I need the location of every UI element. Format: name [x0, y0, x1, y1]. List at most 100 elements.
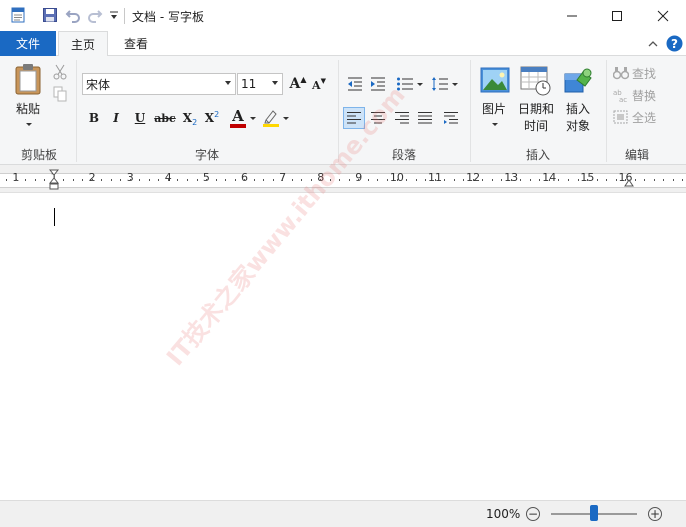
insert-picture-label[interactable]: 图片	[476, 101, 512, 117]
undo-icon[interactable]	[64, 6, 82, 24]
indent-marker-icon	[48, 169, 60, 190]
highlight-dropdown-icon[interactable]	[282, 114, 290, 122]
text-color-button[interactable]: A	[228, 106, 248, 130]
group-separator	[470, 60, 471, 162]
ruler-tick	[34, 179, 36, 181]
tab-file[interactable]: 文件	[0, 31, 56, 56]
maximize-icon	[612, 10, 622, 21]
ribbon-tab-row: 文件 主页 查看 ?	[0, 31, 686, 57]
ruler-tick	[558, 179, 560, 181]
ruler-tick	[529, 179, 531, 181]
clipboard-icon	[15, 64, 41, 95]
superscript-button[interactable]: X2	[202, 108, 222, 128]
right-indent-marker[interactable]	[624, 176, 634, 187]
minimize-button[interactable]	[549, 0, 595, 31]
line-spacing-button[interactable]	[429, 74, 459, 94]
text-color-swatch	[230, 123, 246, 128]
group-separator	[76, 60, 77, 162]
scissors-icon[interactable]	[52, 64, 68, 80]
select-all-label: 全选	[632, 110, 657, 125]
document-area[interactable]: IT技术之家www.ithome.com	[0, 81, 686, 500]
copy-icon[interactable]	[52, 86, 68, 102]
datetime-label-line1[interactable]: 日期和	[514, 101, 558, 117]
ruler-number: 6	[241, 171, 248, 184]
ruler-tick	[672, 179, 674, 181]
ruler-number: 9	[355, 171, 363, 184]
tab-view[interactable]: 查看	[112, 31, 160, 56]
paste-label[interactable]: 粘贴	[8, 101, 48, 117]
font-family-select[interactable]: 宋体	[82, 73, 236, 95]
paste-dropdown-icon[interactable]	[24, 120, 34, 128]
paragraph-settings-button[interactable]	[440, 107, 462, 129]
subscript-icon: X	[182, 111, 193, 125]
tab-home[interactable]: 主页	[58, 31, 108, 57]
ruler-number: 7	[279, 171, 287, 184]
collapse-ribbon-icon[interactable]	[644, 36, 662, 52]
object-label-line1[interactable]: 插入	[558, 101, 598, 117]
shrink-font-button[interactable]: A ▼	[311, 75, 327, 95]
ruler-tick	[282, 179, 284, 181]
zoom-out-button[interactable]: −	[526, 507, 540, 521]
decrease-indent-button[interactable]	[345, 74, 365, 94]
select-all-button[interactable]: 全选	[613, 108, 675, 126]
ruler-number: 5	[202, 171, 210, 184]
binoculars-icon	[613, 67, 629, 80]
datetime-label-line2[interactable]: 时间	[514, 118, 558, 134]
grow-font-icon: A	[289, 76, 301, 92]
italic-button[interactable]: I	[106, 108, 126, 128]
text-color-dropdown-icon[interactable]	[249, 114, 257, 122]
indent-markers[interactable]	[48, 169, 60, 191]
grow-font-button[interactable]: A ▲	[289, 73, 307, 95]
ruler-tick	[434, 179, 436, 181]
ruler-tick	[244, 179, 246, 181]
ruler-tick	[425, 179, 427, 181]
wordpad-app-icon[interactable]	[9, 6, 27, 24]
highlight-button[interactable]	[261, 107, 281, 129]
justify-button[interactable]	[414, 107, 436, 129]
ruler-tick	[110, 179, 112, 181]
underline-button[interactable]: U	[130, 108, 150, 128]
object-label-line2[interactable]: 对象	[558, 118, 598, 134]
help-icon[interactable]: ?	[665, 35, 683, 51]
insert-datetime-button[interactable]	[519, 65, 553, 97]
maximize-button[interactable]	[594, 0, 640, 31]
ruler-tick	[406, 179, 408, 181]
find-button[interactable]: 查找	[613, 64, 675, 82]
ruler-tick	[663, 179, 665, 181]
chevron-down-icon	[225, 81, 231, 85]
ruler-tick	[291, 179, 293, 181]
insert-picture-button[interactable]	[479, 65, 511, 95]
superscript-icon: X	[204, 111, 215, 125]
close-button[interactable]	[640, 0, 686, 31]
redo-icon[interactable]	[86, 6, 104, 24]
right-indent-icon	[624, 179, 634, 187]
paste-button[interactable]	[12, 62, 44, 96]
zoom-slider-thumb[interactable]	[590, 505, 598, 521]
customize-toolbar-icon[interactable]	[105, 6, 123, 24]
ruler-number: 12	[466, 171, 481, 184]
ruler-tick	[472, 179, 474, 181]
insert-object-button[interactable]	[562, 65, 594, 97]
close-icon	[657, 10, 669, 21]
find-label: 查找	[632, 66, 657, 81]
ruler-tick	[577, 179, 579, 181]
replace-button[interactable]: ab ac 替换	[613, 86, 675, 104]
subscript-button[interactable]: X2	[180, 108, 200, 128]
font-size-select[interactable]: 11	[237, 73, 283, 95]
calendar-clock-icon	[520, 66, 551, 96]
strikethrough-button[interactable]: abc	[153, 108, 177, 128]
picture-dropdown-icon[interactable]	[490, 120, 500, 128]
bold-button[interactable]: B	[84, 108, 104, 128]
italic-icon: I	[113, 111, 119, 125]
ruler-tick	[25, 179, 27, 181]
title-separator	[124, 8, 125, 24]
ruler-number: 15	[580, 171, 595, 184]
ruler-tick	[615, 179, 617, 181]
font-family-value: 宋体	[86, 77, 111, 92]
chevron-down-icon	[272, 81, 278, 85]
ruler-tick	[548, 179, 550, 181]
ruler-tick	[120, 179, 122, 181]
save-icon[interactable]	[41, 6, 59, 24]
zoom-in-button[interactable]: +	[648, 507, 662, 521]
title-bar: 文档 - 写字板	[0, 0, 686, 31]
